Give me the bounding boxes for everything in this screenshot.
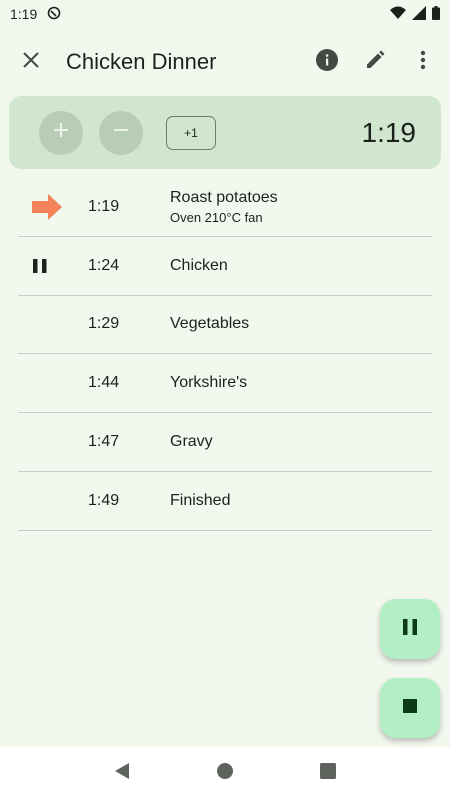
step-list: 1:19 Roast potatoes Oven 210°C fan 1:24 … [18,178,432,531]
add-time-button[interactable] [39,110,83,155]
page-title: Chicken Dinner [66,49,217,74]
elapsed-time: 1:19 [361,116,417,148]
status-bar: 1:19 [0,0,450,28]
subtract-time-button[interactable] [99,110,143,155]
pencil-icon [365,50,385,75]
step-note: Oven 210°C fan [170,209,263,225]
recents-icon [320,763,337,779]
step-row[interactable]: 1:19 Roast potatoes Oven 210°C fan [18,178,432,237]
cell-signal-icon [412,5,426,23]
step-row[interactable]: 1:47 Gravy [18,413,432,472]
recents-button[interactable] [319,762,337,785]
step-time: 1:29 [88,315,120,333]
stop-icon [403,698,417,718]
more-vert-icon [420,50,426,75]
app-bar: Chicken Dinner [0,36,450,88]
step-name: Chicken [170,256,228,274]
status-time: 1:19 [10,6,38,22]
plus-one-button[interactable]: +1 [166,115,216,150]
step-time: 1:47 [88,433,120,451]
step-row[interactable]: 1:44 Yorkshire's [18,354,432,414]
close-icon [23,51,39,73]
close-button[interactable] [11,42,51,82]
pause-fab[interactable] [380,599,440,659]
pause-icon [403,618,417,640]
step-name: Finished [170,491,231,509]
info-button[interactable] [306,41,348,83]
home-icon [216,763,233,779]
step-row[interactable]: 1:29 Vegetables [18,296,432,355]
sync-status-icon [47,6,61,23]
step-name: Gravy [170,433,213,451]
current-step-arrow-icon [32,193,64,221]
step-time: 1:44 [88,374,120,392]
minus-icon [113,122,129,143]
info-icon [316,48,338,76]
wifi-icon [390,6,406,23]
step-row[interactable]: 1:24 Chicken [18,237,432,296]
home-button[interactable] [216,762,234,785]
step-time: 1:19 [88,197,120,215]
timer-control-card: +1 1:19 [9,96,441,169]
step-name: Roast potatoes [170,188,278,206]
stop-fab[interactable] [380,678,440,738]
step-row[interactable]: 1:49 Finished [18,472,432,531]
step-name: Yorkshire's [170,374,248,392]
paused-step-pause-icon [32,252,64,280]
back-icon [114,763,129,779]
edit-button[interactable] [354,41,396,83]
battery-icon [432,5,440,23]
step-name: Vegetables [170,315,250,333]
back-button[interactable] [113,762,131,785]
step-time: 1:24 [88,256,120,274]
more-options-button[interactable] [402,41,444,83]
step-time: 1:49 [88,491,120,509]
system-nav-bar [0,747,450,800]
plus-icon [53,122,69,143]
